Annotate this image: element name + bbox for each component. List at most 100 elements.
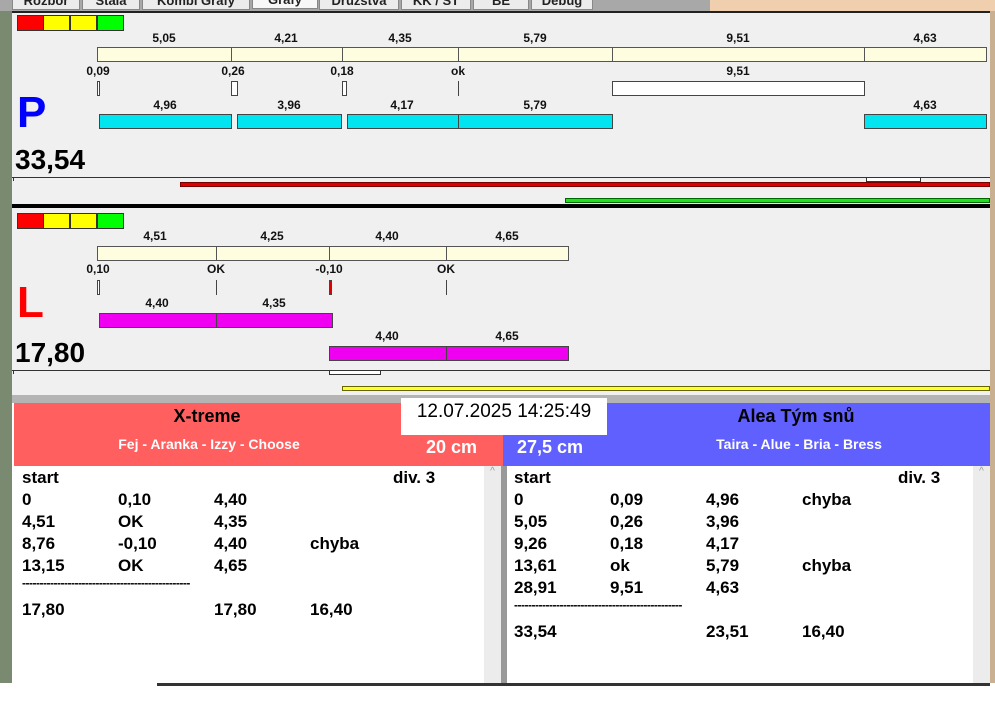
scrollbar[interactable]: ^ [484, 466, 501, 683]
tab-grafy[interactable]: Grafy [252, 0, 318, 9]
scrollbar[interactable]: ^ [973, 466, 990, 683]
log-row: 4,51 OK 4,35 [14, 512, 501, 534]
log-cell: -0,10 [118, 534, 157, 553]
p-axis-line [12, 177, 990, 178]
log-row: 13,15 OK 4,65 [14, 556, 501, 578]
log-cell: 4,40 [214, 490, 248, 509]
p-throw-bar [97, 47, 232, 62]
log-cell: ok [610, 556, 630, 575]
l-axis-tick [13, 370, 14, 374]
window-bottom-edge [157, 683, 990, 686]
l-throw-bar [216, 246, 330, 261]
p-diff-marker [612, 81, 865, 96]
l-letter: L [17, 278, 44, 327]
l-throw-bar [446, 246, 569, 261]
log-start: start [514, 468, 551, 487]
log-cell: 9,51 [610, 578, 644, 597]
p-cyan-bar [458, 114, 613, 129]
log-cell: 16,40 [310, 600, 353, 619]
p-top-value: 4,35 [388, 31, 412, 45]
right-team-distance: 27,5 cm [517, 437, 584, 457]
log-separator: ----------------------------------------… [507, 598, 990, 620]
status-square-yellow [43, 213, 70, 229]
scroll-up-icon[interactable]: ^ [490, 466, 495, 477]
p-top-value: 5,79 [523, 31, 547, 45]
l-axis-line [12, 370, 990, 371]
log-cell: 4,35 [214, 512, 248, 531]
log-row: 5,05 0,26 3,96 [507, 512, 990, 534]
l-diff-value: -0,10 [315, 262, 343, 276]
tab-kombi-grafy[interactable]: Kombi Grafy [142, 0, 250, 10]
log-cell: OK [118, 556, 144, 575]
log-header: start div. 3 [14, 468, 501, 490]
tab-stala[interactable]: Stala [82, 0, 140, 10]
p-top-value: 4,21 [274, 31, 298, 45]
desktop-background [710, 0, 995, 11]
tab-be[interactable]: BE [473, 0, 529, 10]
log-cell: chyba [802, 490, 852, 509]
log-total: 33,54 23,51 16,40 [507, 622, 990, 644]
log-cell: 4,40 [214, 534, 248, 553]
log-cell: 16,40 [802, 622, 845, 641]
status-square-yellow [43, 15, 70, 31]
p-top-value: 4,63 [913, 31, 937, 45]
status-square-yellow [70, 213, 97, 229]
p-bar-value: 5,79 [523, 98, 547, 112]
l-throw-bar [329, 246, 447, 261]
p-diff-value: 0,09 [86, 64, 110, 78]
separator-text: ----------------------------------------… [514, 598, 682, 612]
log-cell: 5,05 [514, 512, 548, 531]
window-edge [990, 11, 995, 683]
log-cell: 4,63 [706, 578, 740, 597]
log-cell: 0,09 [610, 490, 644, 509]
log-row: 0 0,10 4,40 [14, 490, 501, 512]
scroll-up-icon[interactable]: ^ [979, 466, 984, 477]
p-diff-marker [458, 81, 459, 96]
log-cell: 0 [514, 490, 524, 509]
tab-rozbor[interactable]: Rozbor [12, 0, 80, 10]
log-cell: chyba [802, 556, 852, 575]
l-yellow-progress-bar [342, 386, 990, 391]
l-diff-marker [446, 280, 447, 295]
p-axis-tick [13, 177, 14, 181]
p-score: 33,54 [15, 144, 86, 175]
log-cell: 5,79 [706, 556, 740, 575]
l-bar-value: 4,35 [262, 296, 286, 310]
p-bar-value: 4,63 [913, 98, 937, 112]
log-cell: 33,54 [514, 622, 557, 641]
p-diff-value: 0,18 [330, 64, 354, 78]
log-div: div. 3 [898, 468, 941, 487]
tab-druzstva[interactable]: Družstva [319, 0, 399, 10]
status-square-yellow [70, 15, 97, 31]
l-position-marker [329, 370, 381, 375]
l-diff-marker [329, 280, 332, 295]
p-throw-bar [864, 47, 987, 62]
log-cell: 0,10 [118, 490, 152, 509]
right-team-name: Alea Tým snů [737, 406, 855, 426]
p-cyan-bar [237, 114, 342, 129]
l-bar2-value: 4,40 [375, 329, 399, 343]
p-bar-value: 4,96 [153, 98, 177, 112]
l-bar2-value: 4,65 [495, 329, 519, 343]
tab-debug[interactable]: Debug [531, 0, 593, 10]
l-top-value: 4,65 [495, 229, 519, 243]
l-magenta-bar [216, 313, 333, 328]
p-throw-bar [612, 47, 865, 62]
status-square-red [17, 213, 44, 229]
p-throw-bar [342, 47, 459, 62]
p-red-progress-bar [180, 182, 990, 187]
l-magenta-bar [99, 313, 217, 328]
l-score: 17,80 [15, 337, 86, 368]
p-top-value: 9,51 [726, 31, 750, 45]
section-divider [12, 204, 990, 208]
log-cell: 17,80 [22, 600, 65, 619]
log-row: 8,76 -0,10 4,40 chyba [14, 534, 501, 556]
l-diff-value: OK [207, 262, 225, 276]
p-green-progress-bar [565, 198, 990, 203]
datetime-display: 12.07.2025 14:25:49 [401, 398, 607, 435]
tab-kk-st[interactable]: KK / ST [401, 0, 471, 10]
p-cyan-bar [99, 114, 232, 129]
p-diff-marker [342, 81, 347, 96]
log-cell: 4,51 [22, 512, 56, 531]
log-cell: 0,26 [610, 512, 644, 531]
